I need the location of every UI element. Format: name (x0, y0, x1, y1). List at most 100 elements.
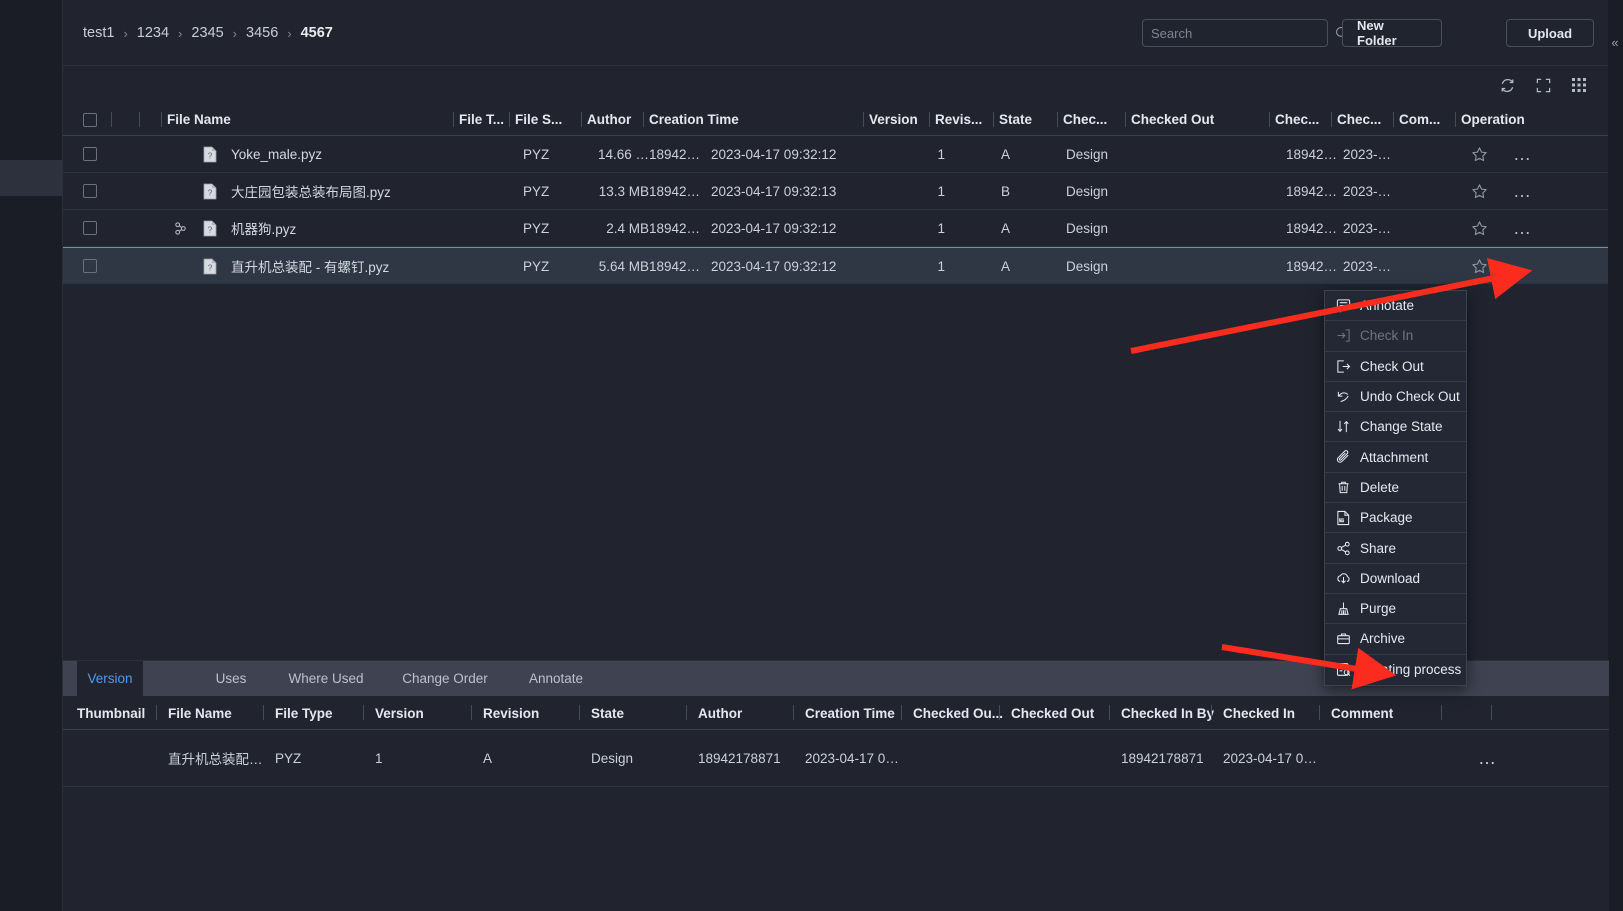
context-menu-item-change-state[interactable]: Change State (1325, 412, 1466, 443)
comment-cell (1411, 173, 1467, 209)
detail-column-header-file-type[interactable]: File Type (275, 696, 370, 730)
detail-column-header-state[interactable]: State (591, 696, 691, 730)
context-menu-item-archive[interactable]: Archive (1325, 624, 1466, 655)
file-column-header-ver[interactable]: Version (869, 103, 931, 136)
tab-where-used[interactable]: Where Used (278, 661, 374, 696)
view-toolbar (63, 66, 1608, 103)
favorite-star-icon[interactable] (1471, 210, 1493, 246)
detail-column-header-thumbnail[interactable]: Thumbnail (77, 696, 162, 730)
context-menu-item-download[interactable]: Download (1325, 564, 1466, 594)
row-checkbox-cell (83, 136, 113, 172)
favorite-star-icon[interactable] (1471, 248, 1493, 284)
breadcrumb-item-1234[interactable]: 1234 (133, 25, 173, 41)
detail-column-header-file-name[interactable]: File Name (168, 696, 268, 730)
table-row[interactable]: ? 直升机总装配 - 有螺钉.pyz PYZ 5.64 MB 18942… 2023-04… (63, 247, 1608, 284)
file-name-cell[interactable]: 大庄园包装总装布局图.pyz (231, 173, 523, 209)
file-column-header-name[interactable]: File Name (167, 103, 459, 136)
detail-column-header-revision[interactable]: Revision (483, 696, 583, 730)
breadcrumb-item-3456[interactable]: 3456 (242, 25, 282, 41)
detail-column-header-comment[interactable]: Comment (1331, 696, 1431, 730)
row-checkbox[interactable] (83, 184, 97, 198)
tab-change-order[interactable]: Change Order (388, 661, 502, 696)
left-rail-active-indicator[interactable] (0, 160, 62, 196)
file-column-header-chk2[interactable]: Chec... (1275, 103, 1337, 136)
right-rail: « (1608, 0, 1623, 911)
file-name-cell[interactable]: 机器狗.pyz (231, 210, 523, 246)
context-menu-item-purge[interactable]: Purge (1325, 594, 1466, 625)
column-divider (643, 112, 644, 127)
breadcrumb-item-test1[interactable]: test1 (79, 25, 118, 41)
detail-row-operation-menu-button[interactable]: … (1478, 730, 1508, 786)
row-operation-menu-button[interactable]: … (1513, 136, 1535, 172)
table-row[interactable]: ? Yoke_male.pyz PYZ 14.66 … 18942… 2023-04-17… (63, 136, 1608, 173)
detail-column-header-checked-in-by[interactable]: Checked In By (1121, 696, 1221, 730)
file-column-header-auth[interactable]: Author (587, 103, 649, 136)
table-row[interactable]: ? 机器狗.pyz PYZ 2.4 MB 18942… 2023-04-17 09:32:… (63, 210, 1608, 247)
file-column-header-com[interactable]: Com... (1399, 103, 1461, 136)
row-checkbox[interactable] (83, 259, 97, 273)
row-checkbox[interactable] (83, 221, 97, 235)
column-divider (1269, 112, 1270, 127)
search-box[interactable] (1142, 19, 1348, 47)
favorite-star-icon[interactable] (1471, 173, 1493, 209)
checked-cell (1131, 173, 1187, 209)
breadcrumb-item-2345[interactable]: 2345 (187, 25, 227, 41)
detail-column-header-version[interactable]: Version (375, 696, 475, 730)
row-operation-menu-button[interactable]: … (1513, 173, 1535, 209)
search-input[interactable] (1143, 20, 1335, 46)
select-all-checkbox[interactable] (83, 112, 97, 127)
checked-in-by-cell: 18942… (1285, 258, 1337, 274)
context-menu-item-check-out[interactable]: Check Out (1325, 352, 1466, 382)
detail-column-header-checked-ou-[interactable]: Checked Ou... (913, 696, 1008, 730)
context-menu-item-undo-check-out[interactable]: Undo Check Out (1325, 382, 1466, 413)
context-menu-item-annotate[interactable]: Annotate (1325, 291, 1466, 322)
upload-button[interactable]: Upload (1506, 19, 1594, 47)
creation-time-cell: 2023-04-17 09:32:13 (711, 183, 837, 199)
row-checkbox[interactable] (83, 147, 97, 161)
new-folder-button[interactable]: New Folder (1342, 18, 1442, 48)
detail-table-row[interactable]: 直升机总装配… PYZ 1 A Design 18942178871 2023-04-17 … (63, 730, 1609, 787)
file-column-header-chk1[interactable]: Chec... (1063, 103, 1131, 136)
tab-annotate[interactable]: Annotate (518, 661, 594, 696)
context-menu-item-initiating-process[interactable]: Initiating process (1325, 655, 1466, 685)
grid-view-icon[interactable] (1568, 74, 1590, 96)
detail-column-header-checked-out[interactable]: Checked Out (1011, 696, 1111, 730)
detail-cell-thumbnail (77, 730, 162, 786)
file-column-header-state[interactable]: State (999, 103, 1063, 136)
context-menu-item-attachment[interactable]: Attachment (1325, 442, 1466, 473)
file-column-header-cout[interactable]: Checked Out (1131, 103, 1275, 136)
favorite-star-icon[interactable] (1471, 136, 1493, 172)
tab-version[interactable]: Version (77, 661, 143, 696)
file-column-header-op[interactable]: Operation (1461, 103, 1561, 136)
row-operation-menu-button[interactable]: … (1513, 248, 1535, 284)
fullscreen-icon[interactable] (1532, 74, 1554, 96)
collapse-panel-icon[interactable]: « (1608, 33, 1622, 53)
file-column-header-chk3[interactable]: Chec... (1337, 103, 1399, 136)
row-context-menu[interactable]: Annotate Check In Check Out Undo Check Out C… (1324, 290, 1467, 686)
detail-cell-checked-in-by: 18942178871 (1121, 750, 1204, 766)
context-menu-item-delete[interactable]: Delete (1325, 473, 1466, 504)
annotate-icon (1336, 298, 1351, 313)
file-column-header-rev[interactable]: Revis... (935, 103, 993, 136)
file-name-cell[interactable]: 直升机总装配 - 有螺钉.pyz (231, 248, 523, 284)
detail-column-header-creation-time[interactable]: Creation Time (805, 696, 905, 730)
version-cell: 1 (937, 183, 945, 199)
row-operation-menu-button[interactable]: … (1513, 210, 1535, 246)
file-name-cell[interactable]: Yoke_male.pyz (231, 136, 523, 172)
column-divider (453, 112, 454, 127)
tab-uses[interactable]: Uses (198, 661, 264, 696)
refresh-icon[interactable] (1496, 74, 1518, 96)
file-column-header-ftype[interactable]: File T... (459, 103, 513, 136)
detail-column-header-checked-in[interactable]: Checked In (1223, 696, 1323, 730)
relationship-icon[interactable] (173, 210, 195, 246)
context-menu-item-package[interactable]: ZIP Package (1325, 503, 1466, 534)
context-menu-label: Check In (1360, 328, 1414, 344)
context-menu-item-share[interactable]: Share (1325, 533, 1466, 564)
detail-column-header-author[interactable]: Author (698, 696, 798, 730)
undo-icon (1336, 389, 1351, 404)
file-column-header-fsize[interactable]: File S... (515, 103, 587, 136)
breadcrumb-item-4567[interactable]: 4567 (297, 25, 337, 41)
context-menu-label: Attachment (1360, 449, 1429, 465)
table-row[interactable]: ? 大庄园包装总装布局图.pyz PYZ 13.3 MB 18942… 2023-04-1… (63, 173, 1608, 210)
file-column-header-ctime[interactable]: Creation Time (649, 103, 869, 136)
